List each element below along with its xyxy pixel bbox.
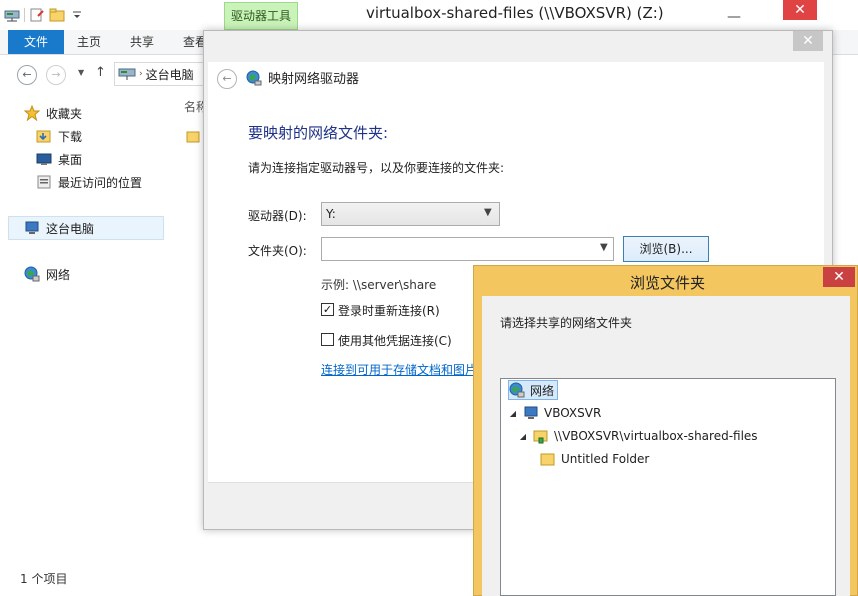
network-icon — [24, 266, 40, 282]
back-icon[interactable]: ← — [17, 65, 37, 85]
dialog-title-text: 映射网络驱动器 — [268, 72, 360, 87]
nav-label: 这台电脑 — [46, 221, 95, 236]
dialog-heading: 要映射的网络文件夹: — [248, 124, 389, 142]
reconnect-label[interactable]: 登录时重新连接(R) — [338, 302, 440, 319]
network-icon — [509, 382, 525, 398]
network-drive-icon[interactable] — [4, 7, 20, 23]
minimize-icon[interactable]: — — [727, 9, 741, 25]
tree-item-label: 网络 — [530, 383, 555, 398]
navigation-pane — [0, 96, 168, 556]
folder-input[interactable] — [321, 237, 614, 261]
tab-share[interactable]: 共享 — [130, 30, 154, 54]
dialog-description: 请为连接指定驱动器号，以及你要连接的文件夹: — [248, 161, 505, 175]
network-globe-icon — [246, 70, 262, 85]
reconnect-checkbox[interactable]: ✓ — [321, 303, 334, 316]
nav-label: 最近访问的位置 — [58, 175, 143, 190]
tree-item-label: \\VBOXSVR\virtualbox-shared-files — [554, 429, 758, 443]
browse-dialog-title: 浏览文件夹 — [630, 274, 706, 292]
close-icon[interactable]: ✕ — [783, 0, 817, 20]
storage-link[interactable]: 连接到可用于存储文档和图片 — [321, 361, 475, 378]
tab-file[interactable]: 文件 — [8, 30, 64, 54]
status-bar-item-count: 1 个项目 — [20, 572, 68, 586]
network-drive-icon — [118, 68, 136, 80]
up-icon[interactable]: ↑ — [95, 65, 106, 80]
chevron-right-icon[interactable]: › — [139, 69, 143, 79]
tab-home[interactable]: 主页 — [77, 30, 101, 54]
computer-icon — [25, 221, 39, 234]
chevron-down-icon[interactable]: ▼ — [600, 242, 608, 253]
browse-description: 请选择共享的网络文件夹 — [500, 316, 633, 330]
tree-item-vboxsvr[interactable]: ◢ VBOXSVR — [508, 403, 601, 423]
nav-recent[interactable]: 最近访问的位置 — [36, 172, 142, 192]
drive-select[interactable]: Y: — [321, 202, 500, 226]
nav-this-pc[interactable]: 这台电脑 — [24, 218, 94, 238]
dialog-title: 映射网络驱动器 — [246, 68, 359, 87]
tree-item-label: Untitled Folder — [561, 452, 650, 466]
expanded-triangle-icon[interactable]: ◢ — [508, 409, 518, 418]
close-icon[interactable]: ✕ — [823, 267, 855, 287]
tree-item-untitled-folder[interactable]: Untitled Folder — [540, 449, 649, 469]
drive-tools-context-tab[interactable]: 驱动器工具 — [224, 2, 298, 30]
dialog-close-icon[interactable]: ✕ — [793, 31, 823, 51]
properties-icon[interactable] — [29, 7, 45, 23]
customize-qat-icon[interactable] — [69, 7, 85, 23]
shared-folder-icon — [533, 430, 548, 444]
quick-access-toolbar — [4, 4, 85, 26]
tree-item-network[interactable]: 网络 — [508, 380, 559, 400]
window-title: virtualbox-shared-files (\\VBOXSVR) (Z:) — [366, 4, 664, 22]
nav-desktop[interactable]: 桌面 — [36, 149, 82, 169]
recent-places-icon — [37, 175, 51, 189]
tree-item-label: VBOXSVR — [544, 406, 602, 420]
recent-locations-icon[interactable]: ▼ — [78, 68, 84, 77]
nav-network[interactable]: 网络 — [24, 264, 70, 284]
folder-label: 文件夹(O): — [248, 244, 307, 258]
drive-label: 驱动器(D): — [248, 209, 307, 223]
nav-favorites[interactable]: 收藏夹 — [24, 103, 82, 123]
address-bar[interactable]: › 这台电脑 — [114, 62, 214, 86]
browse-button[interactable]: 浏览(B)... — [623, 236, 709, 262]
example-text: 示例: \\server\share — [321, 278, 437, 292]
downloads-folder-icon — [36, 130, 51, 143]
nav-label: 桌面 — [58, 152, 83, 167]
forward-icon[interactable]: → — [46, 65, 66, 85]
tree-item-shared-folder[interactable]: ◢ \\VBOXSVR\virtualbox-shared-files — [518, 426, 758, 446]
nav-downloads[interactable]: 下载 — [36, 126, 82, 146]
address-segment[interactable]: 这台电脑 — [146, 66, 194, 83]
nav-label: 下载 — [58, 129, 83, 144]
nav-label: 收藏夹 — [46, 106, 83, 121]
back-icon[interactable]: ← — [217, 69, 237, 89]
star-icon — [24, 105, 40, 121]
chevron-down-icon[interactable]: ▼ — [484, 207, 492, 218]
other-credentials-checkbox[interactable] — [321, 333, 334, 346]
nav-label: 网络 — [46, 267, 71, 282]
expanded-triangle-icon[interactable]: ◢ — [518, 432, 528, 441]
other-credentials-label[interactable]: 使用其他凭据连接(C) — [338, 332, 452, 349]
file-row[interactable] — [186, 129, 200, 146]
folder-icon — [540, 453, 555, 466]
computer-icon — [524, 406, 538, 419]
folder-icon — [186, 131, 200, 143]
new-folder-icon[interactable] — [49, 7, 65, 23]
desktop-icon — [36, 153, 52, 165]
